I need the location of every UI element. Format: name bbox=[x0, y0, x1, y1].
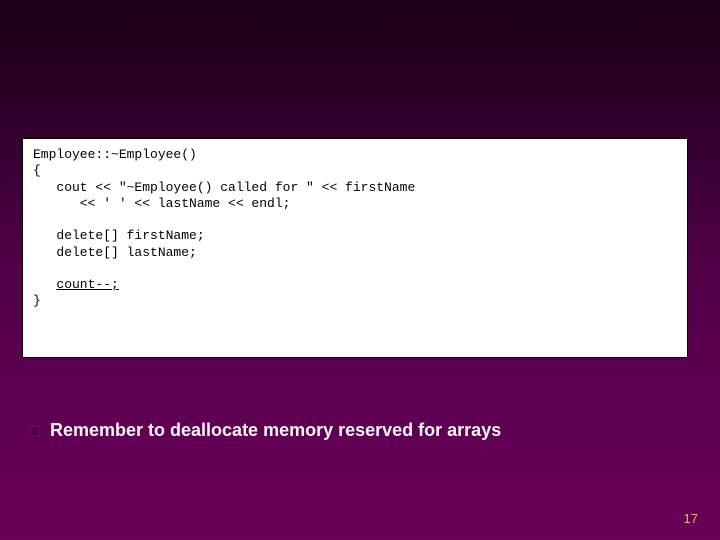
code-line-7-indent bbox=[33, 277, 56, 292]
code-line-2: { bbox=[33, 163, 41, 178]
slide: Employee::~Employee() { cout << "~Employ… bbox=[0, 0, 720, 540]
code-line-3: cout << "~Employee() called for " << fir… bbox=[33, 180, 415, 195]
code-line-1: Employee::~Employee() bbox=[33, 147, 197, 162]
code-line-7-underline: count--; bbox=[56, 277, 118, 292]
code-line-5: delete[] firstName; bbox=[33, 228, 205, 243]
bullet-square-icon bbox=[30, 426, 40, 436]
code-line-4: << ' ' << lastName << endl; bbox=[33, 196, 290, 211]
code-block: Employee::~Employee() { cout << "~Employ… bbox=[22, 138, 688, 358]
bullet-text: Remember to deallocate memory reserved f… bbox=[50, 420, 501, 441]
code-line-8: } bbox=[33, 293, 41, 308]
bullet-item: Remember to deallocate memory reserved f… bbox=[30, 420, 501, 441]
code-line-6: delete[] lastName; bbox=[33, 245, 197, 260]
page-number: 17 bbox=[684, 511, 698, 526]
